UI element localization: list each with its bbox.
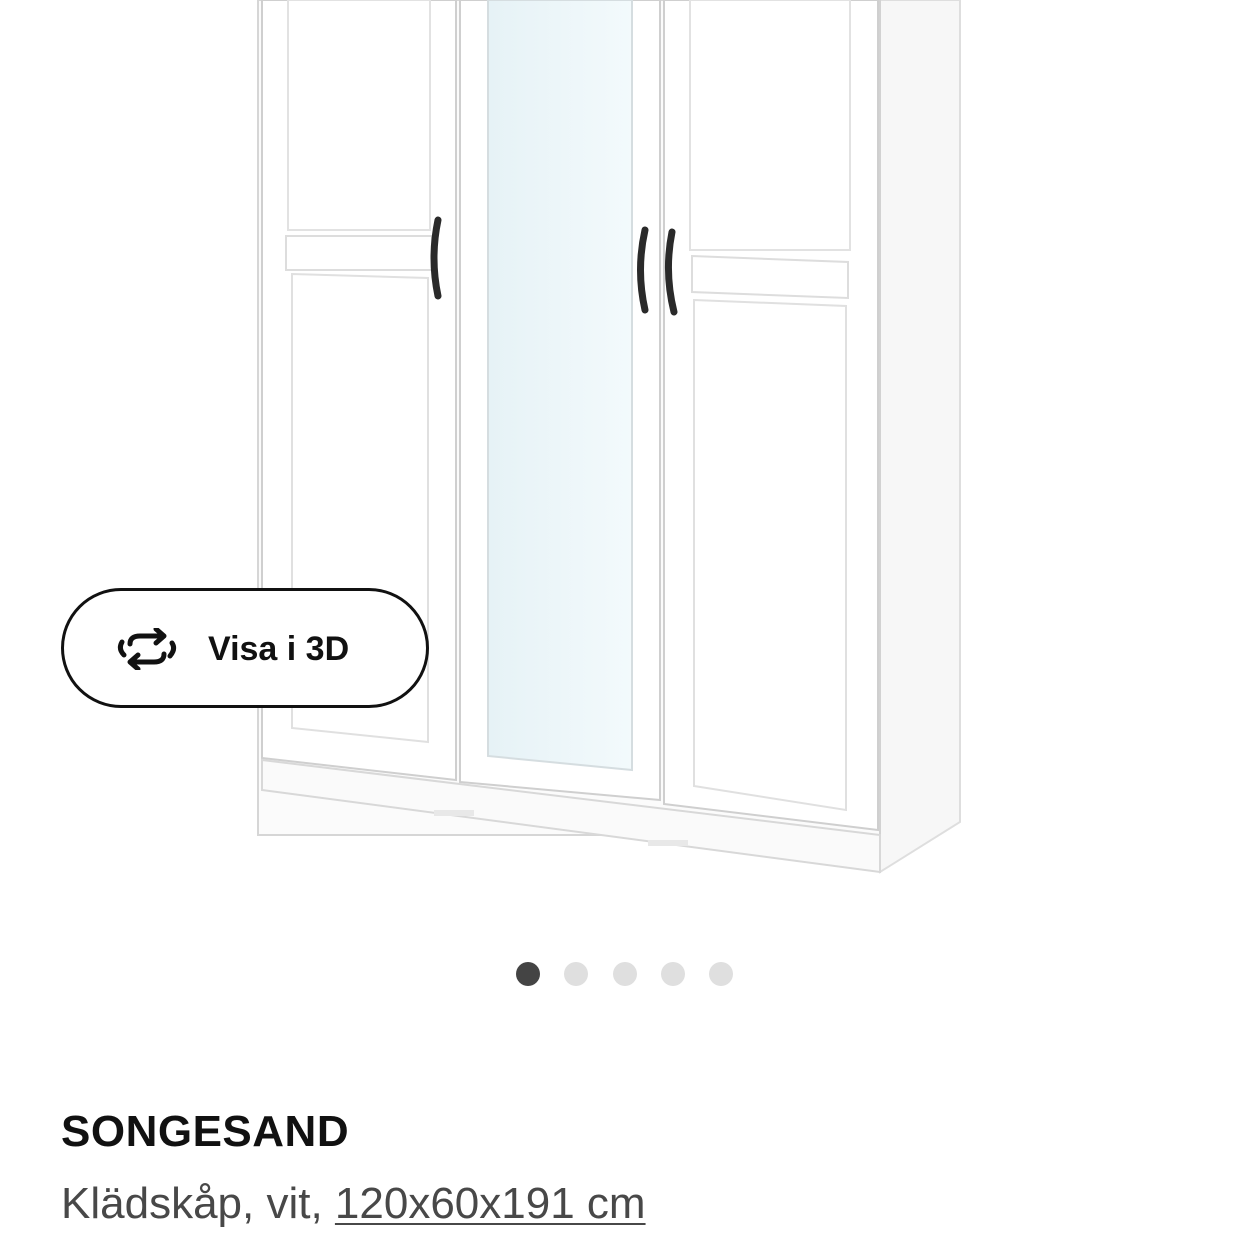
view-3d-button[interactable]: Visa i 3D (61, 588, 429, 708)
view-3d-label: Visa i 3D (208, 630, 350, 668)
carousel-dot-5[interactable] (709, 962, 733, 986)
product-name: SONGESAND (61, 1107, 350, 1156)
wardrobe-illustration (257, 0, 961, 874)
carousel-dot-4[interactable] (661, 962, 685, 986)
product-description-prefix: Klädskåp, vit, (61, 1179, 335, 1228)
product-description: Klädskåp, vit, 120x60x191 cm (61, 1178, 646, 1230)
product-page: Visa i 3D SONGESAND Klädskåp, vit, 120x6… (0, 0, 1242, 1242)
carousel-dot-1[interactable] (516, 962, 540, 986)
carousel-dot-3[interactable] (613, 962, 637, 986)
carousel-dot-2[interactable] (564, 962, 588, 986)
carousel-dots (0, 960, 1242, 988)
product-image[interactable] (0, 0, 1242, 920)
rotate-arrows-icon (117, 628, 177, 670)
product-dimensions-link[interactable]: 120x60x191 cm (335, 1179, 646, 1228)
